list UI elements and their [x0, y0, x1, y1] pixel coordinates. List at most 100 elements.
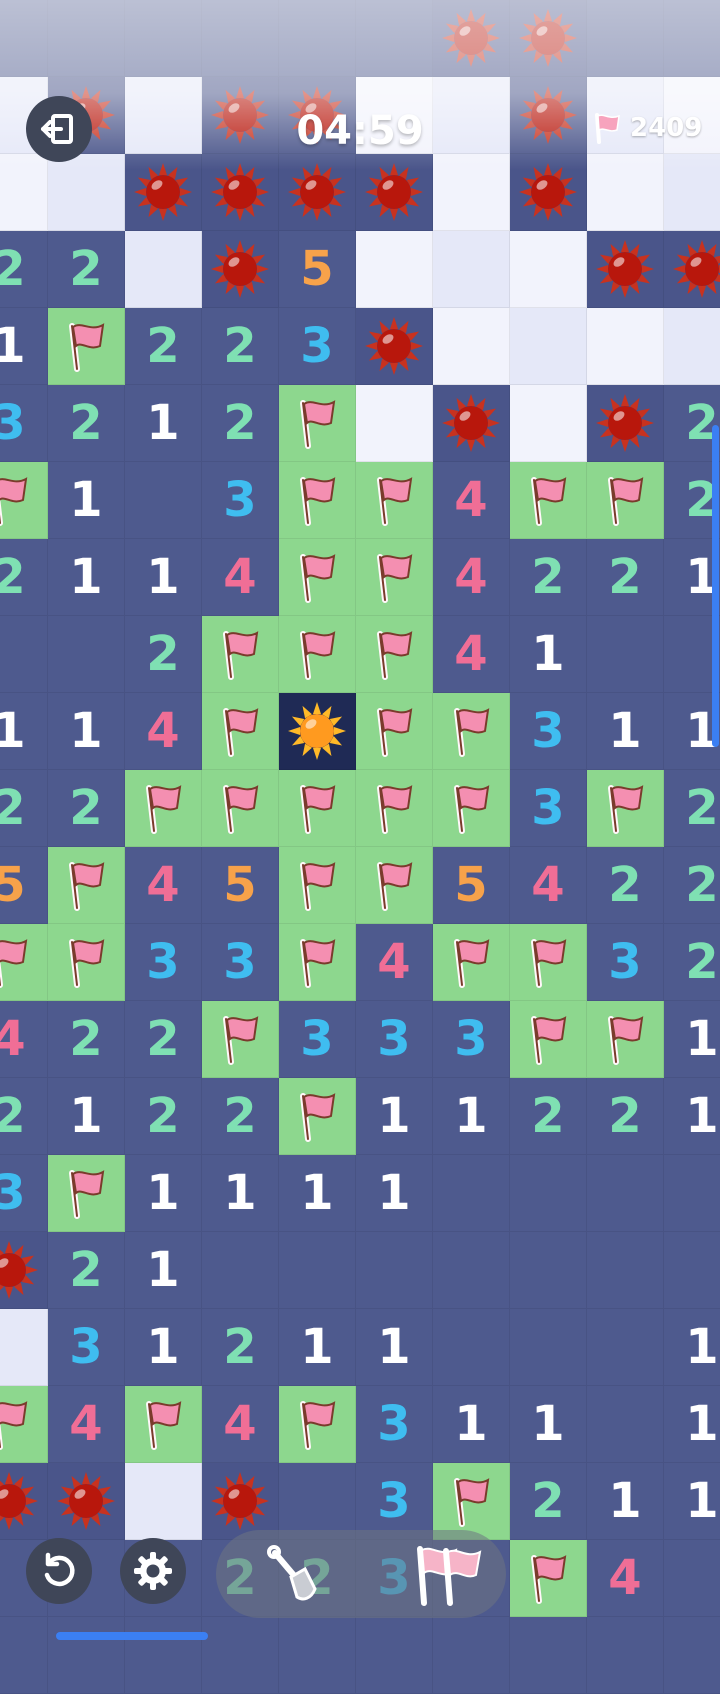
revealed-empty-cell[interactable]	[587, 308, 664, 385]
unrevealed-cell[interactable]	[587, 616, 664, 693]
mine-cell[interactable]	[433, 0, 510, 77]
flag-cell[interactable]	[356, 539, 433, 616]
flag-cell[interactable]	[279, 539, 356, 616]
number-cell[interactable]: 2	[587, 539, 664, 616]
flag-cell[interactable]	[356, 616, 433, 693]
number-cell[interactable]: 1	[587, 693, 664, 770]
flag-cell[interactable]	[202, 693, 279, 770]
number-cell[interactable]: 1	[587, 1463, 664, 1540]
unrevealed-cell[interactable]	[664, 1232, 720, 1309]
revealed-empty-cell[interactable]	[125, 1463, 202, 1540]
unrevealed-cell[interactable]	[0, 1617, 48, 1694]
mine-cell[interactable]	[202, 154, 279, 231]
number-cell[interactable]: 4	[433, 539, 510, 616]
number-cell[interactable]: 4	[202, 1386, 279, 1463]
number-cell[interactable]: 1	[433, 1386, 510, 1463]
number-cell[interactable]: 3	[356, 1463, 433, 1540]
number-cell[interactable]: 1	[279, 1309, 356, 1386]
number-cell[interactable]: 1	[48, 1078, 125, 1155]
mine-cell[interactable]	[664, 231, 720, 308]
flag-cell[interactable]	[587, 462, 664, 539]
number-cell[interactable]: 3	[0, 385, 48, 462]
number-cell[interactable]: 2	[48, 1001, 125, 1078]
flag-cell[interactable]	[202, 616, 279, 693]
number-cell[interactable]: 1	[0, 693, 48, 770]
mine-cell[interactable]	[202, 231, 279, 308]
unrevealed-cell[interactable]	[279, 1617, 356, 1694]
number-cell[interactable]: 4	[433, 462, 510, 539]
number-cell[interactable]: 3	[587, 924, 664, 1001]
flag-cell[interactable]	[356, 462, 433, 539]
flag-cell[interactable]	[356, 847, 433, 924]
unrevealed-cell[interactable]	[433, 1309, 510, 1386]
unrevealed-cell[interactable]	[510, 1309, 587, 1386]
flag-cell[interactable]	[279, 462, 356, 539]
exploded-mine-cell[interactable]	[279, 693, 356, 770]
number-cell[interactable]: 3	[356, 1386, 433, 1463]
number-cell[interactable]: 2	[0, 770, 48, 847]
number-cell[interactable]: 1	[433, 1078, 510, 1155]
unrevealed-cell[interactable]	[510, 1617, 587, 1694]
number-cell[interactable]: 2	[0, 1078, 48, 1155]
number-cell[interactable]: 1	[0, 308, 48, 385]
number-cell[interactable]: 2	[587, 1078, 664, 1155]
unrevealed-cell[interactable]	[510, 1155, 587, 1232]
number-cell[interactable]: 2	[0, 231, 48, 308]
flag-cell[interactable]	[279, 616, 356, 693]
number-cell[interactable]: 4	[125, 693, 202, 770]
number-cell[interactable]: 1	[356, 1155, 433, 1232]
flag-cell[interactable]	[0, 1386, 48, 1463]
settings-button[interactable]	[120, 1538, 186, 1604]
flag-cell[interactable]	[356, 770, 433, 847]
number-cell[interactable]: 1	[664, 1001, 720, 1078]
number-cell[interactable]: 4	[125, 847, 202, 924]
unrevealed-cell[interactable]	[664, 1155, 720, 1232]
unrevealed-cell[interactable]	[48, 616, 125, 693]
flag-cell[interactable]	[48, 308, 125, 385]
number-cell[interactable]: 3	[510, 693, 587, 770]
number-cell[interactable]: 3	[0, 1155, 48, 1232]
flag-cell[interactable]	[48, 847, 125, 924]
mine-cell[interactable]	[510, 0, 587, 77]
flag-cell[interactable]	[433, 693, 510, 770]
number-cell[interactable]: 5	[433, 847, 510, 924]
revealed-empty-cell[interactable]	[433, 308, 510, 385]
unrevealed-cell[interactable]	[433, 1232, 510, 1309]
unrevealed-cell[interactable]	[664, 1617, 720, 1694]
mine-cell[interactable]	[0, 1463, 48, 1540]
number-cell[interactable]: 2	[664, 770, 720, 847]
unrevealed-cell[interactable]	[202, 0, 279, 77]
number-cell[interactable]: 2	[125, 616, 202, 693]
number-cell[interactable]: 3	[202, 924, 279, 1001]
number-cell[interactable]: 2	[48, 770, 125, 847]
flag-cell[interactable]	[279, 924, 356, 1001]
number-cell[interactable]: 1	[510, 616, 587, 693]
restart-button[interactable]	[26, 1538, 92, 1604]
flag-cell[interactable]	[510, 1001, 587, 1078]
revealed-empty-cell[interactable]	[510, 385, 587, 462]
number-cell[interactable]: 4	[587, 1540, 664, 1617]
flag-cell[interactable]	[125, 1386, 202, 1463]
number-cell[interactable]: 1	[356, 1309, 433, 1386]
flag-cell[interactable]	[279, 385, 356, 462]
unrevealed-cell[interactable]	[202, 1617, 279, 1694]
unrevealed-cell[interactable]	[433, 1617, 510, 1694]
number-cell[interactable]: 1	[125, 1155, 202, 1232]
unrevealed-cell[interactable]	[356, 0, 433, 77]
unrevealed-cell[interactable]	[279, 1463, 356, 1540]
number-cell[interactable]: 1	[202, 1155, 279, 1232]
vertical-scroll-indicator[interactable]	[712, 425, 719, 747]
flag-cell[interactable]	[433, 770, 510, 847]
unrevealed-cell[interactable]	[48, 1617, 125, 1694]
number-cell[interactable]: 1	[664, 1386, 720, 1463]
flag-cell[interactable]	[0, 462, 48, 539]
dig-mode-button[interactable]	[258, 1540, 328, 1610]
revealed-empty-cell[interactable]	[356, 231, 433, 308]
number-cell[interactable]: 2	[125, 1078, 202, 1155]
flag-cell[interactable]	[0, 924, 48, 1001]
mine-cell[interactable]	[0, 1232, 48, 1309]
number-cell[interactable]: 3	[279, 1001, 356, 1078]
number-cell[interactable]: 1	[125, 385, 202, 462]
number-cell[interactable]: 4	[202, 539, 279, 616]
unrevealed-cell[interactable]	[587, 0, 664, 77]
